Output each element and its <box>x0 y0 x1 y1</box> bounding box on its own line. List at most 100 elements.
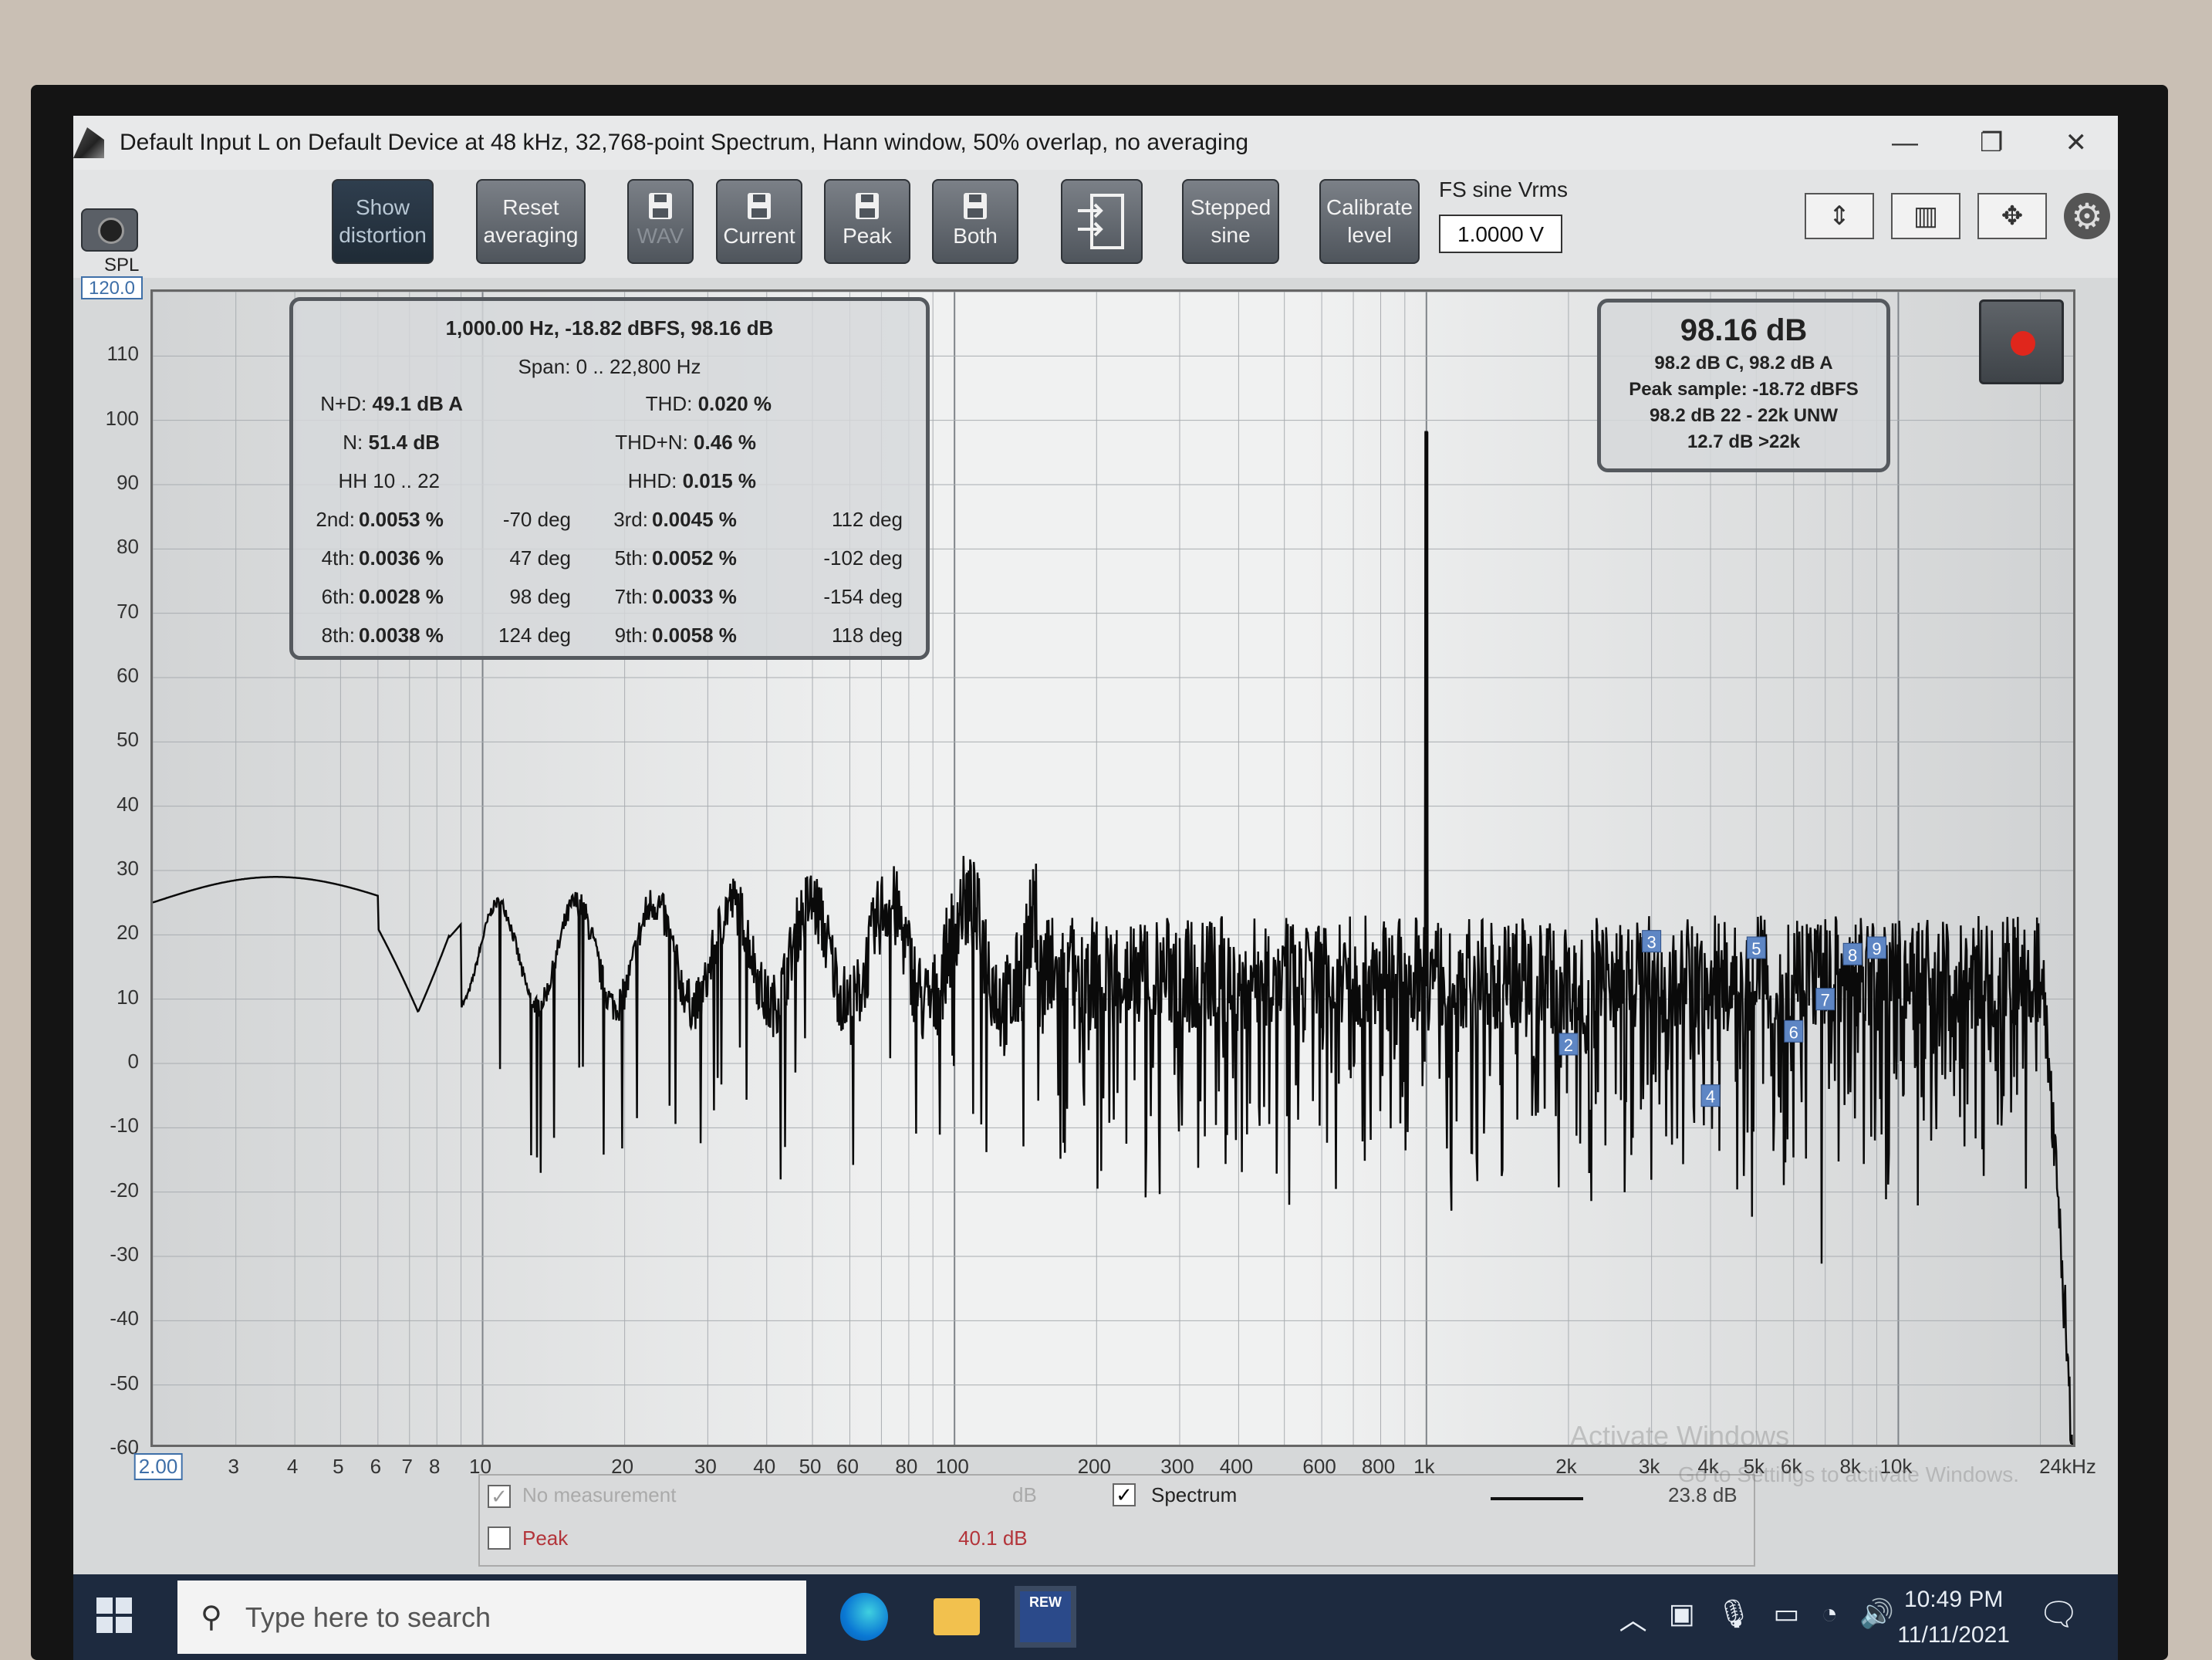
save-icon <box>964 192 987 219</box>
x-tick-label: 3 <box>228 1455 239 1478</box>
import-icon <box>1078 194 1124 249</box>
x-tick-label: 24kHz <box>2039 1455 2096 1478</box>
spl-weighted: 98.2 dB C, 98.2 dB A <box>1654 353 1833 374</box>
taskbar-search[interactable]: ⚲ Type here to search <box>177 1581 806 1654</box>
harmonic-phase: 118 deg <box>831 624 903 647</box>
y-tick-label: 100 <box>105 406 139 430</box>
no-measurement-value: dB <box>1012 1483 1037 1506</box>
spectrum-checkbox[interactable]: ✓ <box>1113 1483 1136 1506</box>
y-tick-label: 0 <box>127 1050 139 1073</box>
harmonic-value: 0.0045 % <box>652 508 737 531</box>
legend-panel: ✓ No measurement dB Peak 40.1 dB ✓ Spect… <box>478 1474 1755 1567</box>
no-measurement-label: No measurement <box>522 1483 677 1506</box>
grid-view-icon[interactable]: ▥ <box>1891 193 1960 239</box>
peak-checkbox[interactable] <box>488 1526 511 1550</box>
edge-browser-icon[interactable] <box>833 1586 895 1648</box>
reset-averaging-button[interactable]: Reset averaging <box>476 179 586 264</box>
y-tick-label: 90 <box>117 471 139 494</box>
y-tick-label: 40 <box>117 792 139 816</box>
y-tick-label: -20 <box>110 1178 139 1202</box>
stepped-sine-button[interactable]: Stepped sine <box>1182 179 1279 264</box>
windows-start-icon[interactable] <box>96 1597 132 1633</box>
save-icon <box>748 192 771 219</box>
wifi-icon[interactable]: ◔ <box>1821 1597 1838 1638</box>
y-tick-label: 20 <box>117 921 139 945</box>
thd-readout: THD: 0.020 % <box>645 392 772 415</box>
calibrate-level-button[interactable]: Calibrate level <box>1319 179 1420 264</box>
harmonic-value: 0.0053 % <box>359 508 444 531</box>
harmonic-marker-label: 9 <box>1872 939 1881 958</box>
hh-range: HH 10 .. 22 <box>338 469 440 492</box>
fit-view-icon[interactable]: ⇕ <box>1805 193 1874 239</box>
y-tick-label: -10 <box>110 1114 139 1138</box>
meet-now-icon[interactable]: ▣ <box>1669 1597 1695 1638</box>
battery-icon[interactable]: ▭ <box>1773 1597 1799 1638</box>
no-measurement-checkbox[interactable]: ✓ <box>488 1485 511 1508</box>
harmonic-phase: -70 deg <box>502 508 571 531</box>
harmonic-phase: -102 deg <box>823 546 903 570</box>
volume-icon[interactable]: 🔊 <box>1859 1597 1894 1638</box>
clock-date: 11/11/2021 <box>1897 1622 2010 1648</box>
nd-label: N+D: 49.1 dB A <box>320 392 463 415</box>
y-tick-label: -30 <box>110 1242 139 1266</box>
harmonic-marker-label: 5 <box>1751 939 1761 958</box>
harmonic-value: 0.0052 % <box>652 546 737 570</box>
hhd-readout: HHD: 0.015 % <box>627 469 756 492</box>
show-distortion-button[interactable]: Show distortion <box>332 179 434 264</box>
x-tick-label: 5 <box>333 1455 344 1478</box>
peak-label: Peak <box>522 1526 569 1550</box>
app-logo-icon <box>73 127 104 158</box>
y-tick-label: 60 <box>117 664 139 687</box>
search-icon: ⚲ <box>201 1601 222 1634</box>
harmonic-marker-label: 3 <box>1647 933 1656 952</box>
harmonic-label: 6th: <box>321 585 355 608</box>
y-tick-label: -40 <box>110 1307 139 1330</box>
minimize-button[interactable]: — <box>1892 128 1918 158</box>
wav-button[interactable]: WAV <box>627 179 694 264</box>
search-placeholder: Type here to search <box>245 1601 491 1633</box>
harmonic-value: 0.0028 % <box>359 585 444 608</box>
y-tick-label: 10 <box>117 985 139 1009</box>
harmonic-phase: 112 deg <box>831 508 903 531</box>
harmonic-phase: -154 deg <box>823 585 903 608</box>
save-both-button[interactable]: Both <box>932 179 1018 264</box>
span-readout: Span: 0 .. 22,800 Hz <box>518 355 701 378</box>
file-explorer-icon[interactable] <box>926 1586 988 1648</box>
fs-sine-input[interactable]: 1.0000 V <box>1439 215 1562 253</box>
record-icon <box>2011 331 2035 356</box>
save-current-button[interactable]: Current <box>716 179 802 264</box>
spl-value: 98.16 dB <box>1680 313 1808 347</box>
harmonic-label: 4th: <box>321 546 355 570</box>
spectrum-swatch <box>1491 1497 1583 1500</box>
x-tick-label: 4 <box>286 1455 299 1478</box>
save-icon <box>649 192 672 219</box>
y-axis-top-input[interactable]: 120.0 <box>81 276 143 299</box>
y-tick-label: -60 <box>110 1435 139 1459</box>
save-peak-button[interactable]: Peak <box>824 179 910 264</box>
gear-icon[interactable]: ⚙ <box>2064 193 2110 239</box>
y-tick-label: 50 <box>117 728 139 752</box>
view-controls: ⇕ ▥ ✥ ⚙ <box>1805 193 2110 239</box>
record-button[interactable] <box>1979 299 2064 384</box>
pan-arrows-icon[interactable]: ✥ <box>1977 193 2047 239</box>
y-tick-label: 110 <box>106 342 139 366</box>
y-tick-label: 80 <box>117 535 139 559</box>
close-button[interactable]: ✕ <box>2065 127 2088 158</box>
microphone-icon[interactable]: 🎙 <box>1717 1597 1752 1638</box>
harmonic-value: 0.0038 % <box>359 624 444 647</box>
harmonic-label: 5th: <box>614 546 648 570</box>
notification-icon[interactable]: 🗨 <box>2038 1596 2079 1634</box>
harmonic-marker-label: 8 <box>1848 945 1857 965</box>
camera-icon[interactable] <box>81 208 138 252</box>
import-button[interactable] <box>1061 179 1143 264</box>
taskbar-clock[interactable]: 10:49 PM 11/11/2021 <box>1897 1582 2010 1653</box>
x-axis-start-input[interactable]: 2.00 <box>133 1453 183 1480</box>
x-tick-label: 8 <box>429 1455 441 1478</box>
distortion-panel: 1,000.00 Hz, -18.82 dBFS, 98.16 dB Span:… <box>289 297 930 660</box>
restore-button[interactable]: ❐ <box>1980 127 2003 158</box>
x-tick-label: 6 <box>370 1455 382 1478</box>
taskbar: ⚲ Type here to search REW ︿ ▣ 🎙 ▭ ◔ 🔊 10… <box>73 1574 2118 1660</box>
rew-app-icon[interactable]: REW <box>1015 1586 1076 1648</box>
chevron-up-icon[interactable]: ︿ <box>1619 1597 1647 1638</box>
spl-unweighted: 98.2 dB 22 - 22k UNW <box>1649 405 1839 426</box>
